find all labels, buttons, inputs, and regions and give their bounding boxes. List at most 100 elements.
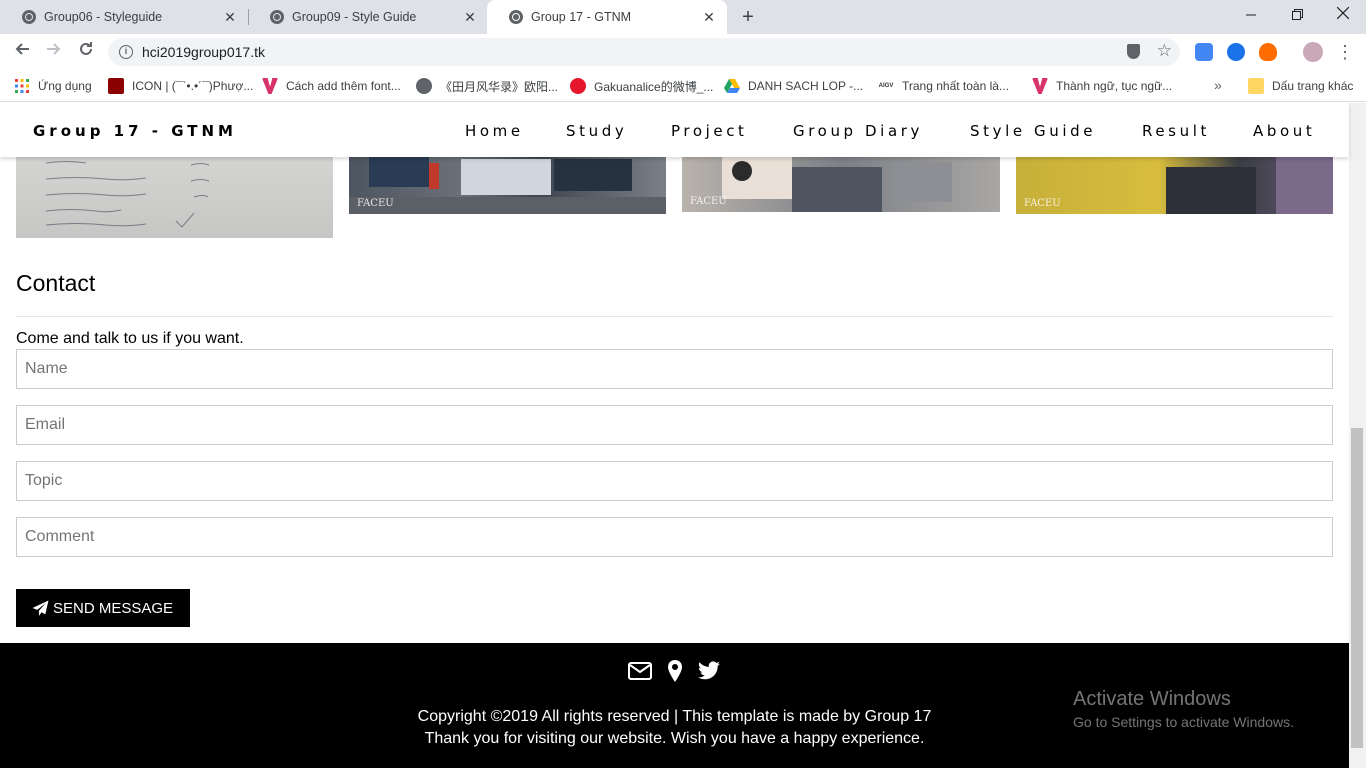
icon-site-icon xyxy=(108,78,124,94)
topic-input[interactable]: Topic xyxy=(16,461,1333,501)
gallery-photo-yellow[interactable]: FACEU xyxy=(1016,157,1333,214)
restore-icon xyxy=(1291,9,1303,20)
bookmark-label: Ứng dụng xyxy=(38,79,92,93)
reload-button[interactable] xyxy=(75,41,97,63)
bookmark-star-icon[interactable]: ☆ xyxy=(1157,41,1172,61)
contact-subtitle: Come and talk to us if you want. xyxy=(16,330,244,347)
globe-icon xyxy=(270,10,284,24)
paper-plane-icon xyxy=(32,600,49,616)
map-marker-icon[interactable] xyxy=(663,659,687,683)
tab-group09[interactable]: Group09 - Style Guide ✕ xyxy=(248,0,488,34)
site-brand[interactable]: Group 17 - GTNM xyxy=(33,122,237,140)
new-tab-button[interactable]: + xyxy=(737,6,759,28)
tab-group06[interactable]: Group06 - Styleguide ✕ xyxy=(0,0,248,34)
drive-icon xyxy=(724,79,740,93)
scrollbar-thumb[interactable] xyxy=(1351,428,1363,748)
extension-messenger-icon[interactable] xyxy=(1227,43,1245,61)
bookmark-label: ICON | (¯`•.•´¯)Phượ... xyxy=(132,79,254,93)
profile-avatar[interactable] xyxy=(1303,42,1323,62)
nav-project[interactable]: Project xyxy=(671,122,748,140)
bookmark-add-font[interactable]: Cách add thêm font... xyxy=(262,77,401,95)
activate-windows-title: Activate Windows xyxy=(1073,688,1231,710)
shield-icon[interactable] xyxy=(1127,44,1140,59)
globe-icon xyxy=(509,10,523,24)
comment-input[interactable]: Comment xyxy=(16,517,1333,557)
back-arrow-icon xyxy=(15,43,29,55)
nav-result[interactable]: Result xyxy=(1142,122,1210,140)
bookmark-label: 《田月风华录》欧阳... xyxy=(440,79,559,94)
tab-title: Group06 - Styleguide xyxy=(44,10,163,24)
bookmark-label: Trang nhất toàn là... xyxy=(902,79,1009,93)
restore-button[interactable] xyxy=(1274,0,1320,30)
teamwork-image xyxy=(1166,157,1333,214)
forward-arrow-icon xyxy=(47,43,61,55)
photo-watermark: FACEU xyxy=(357,198,394,209)
send-message-label: SEND MESSAGE xyxy=(53,599,174,617)
photo-watermark: FACEU xyxy=(690,196,727,207)
group-work-image xyxy=(722,157,952,212)
bookmark-aigv[interactable]: AIGV Trang nhất toàn là... xyxy=(878,77,1009,95)
gallery-photo-notes[interactable] xyxy=(16,157,333,238)
page-scrollbar[interactable] xyxy=(1349,103,1366,768)
back-button[interactable] xyxy=(11,41,33,63)
bookmark-chinese-novel[interactable]: 《田月风华录》欧阳... xyxy=(416,77,558,95)
bookmark-label: Gakuanalice的微博_... xyxy=(594,79,714,94)
bookmark-label: Thành ngữ, tục ngữ... xyxy=(1056,79,1173,93)
name-input[interactable]: Name xyxy=(16,349,1333,389)
close-tab-icon[interactable]: ✕ xyxy=(701,9,717,25)
url-text: hci2019group017.tk xyxy=(142,44,265,60)
gallery-photo-laptops[interactable]: FACEU xyxy=(349,157,666,214)
bookmark-idioms[interactable]: Thành ngữ, tục ngữ... xyxy=(1032,77,1172,95)
address-bar[interactable]: i hci2019group017.tk ☆ xyxy=(108,38,1180,66)
section-divider xyxy=(16,316,1333,317)
bookmark-apps[interactable]: Ứng dụng xyxy=(14,77,92,95)
gallery-photo-group[interactable]: FACEU xyxy=(682,157,1000,212)
aigv-icon: AIGV xyxy=(878,78,894,94)
tab-title: Group 17 - GTNM xyxy=(531,10,632,24)
page-viewport: FACEU FACEU FACEU Group 17 - GTNM Home S… xyxy=(0,103,1366,768)
globe-icon xyxy=(416,78,432,94)
close-tab-icon[interactable]: ✕ xyxy=(222,9,238,25)
bookmark-label: Cách add thêm font... xyxy=(286,79,401,93)
bookmark-label: DANH SACH LOP -... xyxy=(748,79,864,93)
contact-heading: Contact xyxy=(16,270,96,296)
nav-home[interactable]: Home xyxy=(465,122,524,140)
minimize-button[interactable] xyxy=(1228,0,1274,30)
tab-title: Group09 - Style Guide xyxy=(292,10,417,24)
close-window-button[interactable] xyxy=(1320,0,1366,30)
bookmark-weibo[interactable]: Gakuanalice的微博_... xyxy=(570,77,713,95)
browser-toolbar: i hci2019group017.tk ☆ ⋮ xyxy=(0,34,1366,70)
envelope-icon[interactable] xyxy=(628,659,652,683)
nav-style-guide[interactable]: Style Guide xyxy=(970,122,1096,140)
close-tab-icon[interactable]: ✕ xyxy=(462,9,478,25)
bookmarks-bar: Ứng dụng ICON | (¯`•.•´¯)Phượ... Cách ad… xyxy=(0,70,1366,102)
nav-group-diary[interactable]: Group Diary xyxy=(793,122,923,140)
thanks-text: Thank you for visiting our website. Wish… xyxy=(424,730,925,747)
reload-icon xyxy=(80,42,92,55)
email-input[interactable]: Email xyxy=(16,405,1333,445)
laptops-image xyxy=(349,157,666,214)
activate-windows-subtitle: Go to Settings to activate Windows. xyxy=(1073,714,1294,730)
extension-doc-icon[interactable] xyxy=(1195,43,1213,61)
extension-flame-icon[interactable] xyxy=(1259,43,1277,61)
nav-study[interactable]: Study xyxy=(566,122,627,140)
apps-grid-icon xyxy=(15,79,29,93)
nav-about[interactable]: About xyxy=(1253,122,1315,140)
v-site-icon xyxy=(262,78,278,94)
site-navbar: Group 17 - GTNM Home Study Project Group… xyxy=(0,103,1349,157)
handwritten-notes-image xyxy=(45,161,210,228)
photo-watermark: FACEU xyxy=(1024,198,1061,209)
other-bookmarks[interactable]: Dấu trang khác xyxy=(1248,77,1353,95)
globe-icon xyxy=(22,10,36,24)
bookmark-drive[interactable]: DANH SACH LOP -... xyxy=(724,77,863,95)
more-bookmarks-icon[interactable]: » xyxy=(1214,77,1222,93)
twitter-icon[interactable] xyxy=(697,659,721,683)
tab-group17-active[interactable]: Group 17 - GTNM ✕ xyxy=(487,0,727,34)
site-info-icon[interactable]: i xyxy=(119,45,133,59)
forward-button[interactable] xyxy=(43,41,65,63)
tab-strip: Group06 - Styleguide ✕ Group09 - Style G… xyxy=(0,0,1366,34)
send-message-button[interactable]: SEND MESSAGE xyxy=(16,589,190,627)
bookmark-icon-site[interactable]: ICON | (¯`•.•´¯)Phượ... xyxy=(108,77,253,95)
weibo-icon xyxy=(570,78,586,94)
browser-menu-icon[interactable]: ⋮ xyxy=(1336,41,1354,63)
